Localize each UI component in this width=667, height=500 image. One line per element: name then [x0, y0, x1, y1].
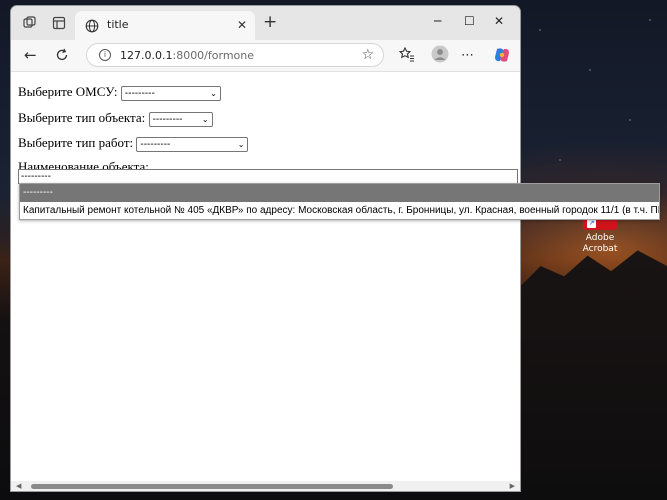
title-bar: title ✕ + ─ ☐ ✕ — [11, 6, 520, 41]
site-info-icon[interactable]: i — [99, 49, 111, 61]
url-path: :8000/formone — [172, 49, 255, 62]
object-type-row: Выберите тип объекта: --------- ⌄ — [18, 110, 213, 127]
minimize-icon[interactable]: ─ — [434, 14, 441, 28]
object-type-label: Выберите тип объекта: — [18, 110, 146, 125]
dropdown-option[interactable]: Капитальный ремонт котельной № 405 «ДКВР… — [20, 202, 659, 220]
page-content: Выберите ОМСУ: --------- ⌄ Выберите тип о… — [11, 72, 520, 491]
work-type-select[interactable]: --------- ⌄ — [136, 136, 249, 152]
shortcut-arrow-icon: ↗ — [587, 219, 596, 228]
browser-window: title ✕ + ─ ☐ ✕ ← i 127.0.0.1:8000/formo… — [10, 5, 521, 492]
acrobat-label-line2: Acrobat — [582, 244, 618, 254]
new-tab-icon[interactable]: + — [263, 14, 277, 31]
url-host: 127.0.0.1 — [120, 49, 173, 62]
profile-avatar-icon[interactable] — [431, 45, 449, 63]
omsu-row: Выберите ОМСУ: --------- ⌄ — [18, 84, 221, 101]
chevron-down-icon: ⌄ — [201, 114, 209, 124]
omsu-label: Выберите ОМСУ: — [18, 84, 118, 99]
refresh-icon[interactable] — [55, 48, 69, 62]
scrollbar-thumb[interactable] — [31, 484, 393, 489]
object-name-select[interactable]: --------- — [18, 169, 518, 184]
more-options-icon[interactable]: ⋯ — [461, 48, 474, 63]
close-window-icon[interactable]: ✕ — [494, 14, 504, 28]
object-name-dropdown-list: --------- Капитальный ремонт котельной №… — [19, 183, 660, 220]
tab-active[interactable]: title ✕ — [75, 11, 255, 41]
work-type-select-value: --------- — [140, 138, 171, 150]
close-tab-icon[interactable]: ✕ — [237, 18, 247, 32]
back-arrow-icon[interactable]: ← — [24, 47, 37, 63]
omsu-select-value: --------- — [124, 87, 155, 99]
chevron-down-icon: ⌄ — [237, 139, 245, 149]
omsu-select[interactable]: --------- ⌄ — [120, 85, 221, 101]
globe-icon — [85, 19, 99, 33]
work-type-row: Выберите тип работ: --------- ⌄ — [18, 135, 249, 152]
object-type-select-value: --------- — [152, 113, 183, 125]
acrobat-label-line1: Adobe — [585, 233, 615, 243]
copilot-icon[interactable] — [493, 46, 511, 64]
object-type-select[interactable]: --------- ⌄ — [148, 111, 213, 127]
scroll-left-icon[interactable]: ◀ — [16, 482, 21, 490]
favorite-star-icon[interactable]: ☆ — [361, 47, 374, 63]
horizontal-scrollbar[interactable]: ◀ ▶ — [11, 481, 520, 491]
chevron-down-icon: ⌄ — [210, 88, 217, 98]
dropdown-option[interactable]: --------- — [20, 184, 659, 202]
browser-toolbar: ← i 127.0.0.1:8000/formone ☆ ⋯ — [11, 40, 520, 72]
tab-actions-icon[interactable] — [52, 16, 66, 30]
desktop-mountains — [520, 250, 667, 500]
scroll-right-icon[interactable]: ▶ — [510, 482, 515, 490]
work-type-label: Выберите тип работ: — [18, 135, 134, 150]
maximize-icon[interactable]: ☐ — [464, 14, 475, 28]
favorites-collection-icon[interactable] — [399, 46, 415, 62]
address-bar[interactable]: i 127.0.0.1:8000/formone ☆ — [86, 43, 384, 67]
tab-title: title — [107, 18, 129, 31]
workspaces-icon[interactable] — [23, 16, 37, 30]
url-text: 127.0.0.1:8000/formone — [120, 49, 254, 62]
